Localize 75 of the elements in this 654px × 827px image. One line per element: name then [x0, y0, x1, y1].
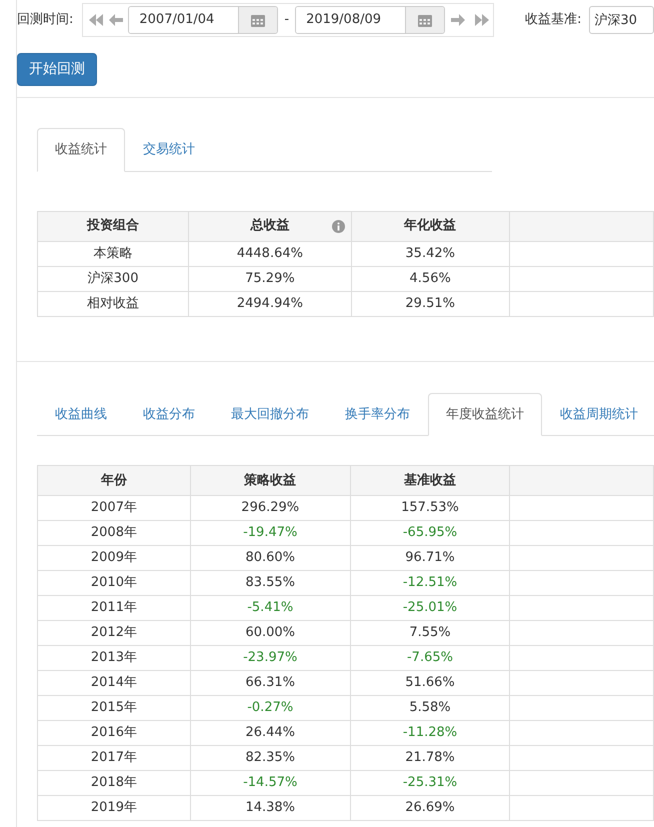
table-cell: 4.56%: [351, 266, 510, 291]
table-cell: -14.57%: [190, 770, 350, 796]
table-cell: 26.44%: [190, 720, 350, 746]
table-cell: 296.29%: [190, 496, 350, 520]
table-cell: -19.47%: [190, 520, 350, 546]
tab[interactable]: 最大回撤分布: [213, 392, 327, 436]
table-cell: 2016年: [38, 720, 190, 746]
start-backtest-button[interactable]: 开始回测: [17, 53, 97, 86]
table-cell: -23.97%: [190, 646, 350, 670]
backtest-time-label: 回测时间:: [17, 11, 74, 30]
table-cell: 沪深300: [38, 266, 189, 291]
table-cell: 2019年: [38, 796, 190, 820]
right-arrow-icon[interactable]: [451, 14, 466, 26]
table-cell: -12.51%: [350, 570, 510, 596]
table-cell: -7.65%: [350, 646, 510, 670]
column-header: 年份: [38, 466, 190, 496]
tab[interactable]: 收益曲线: [37, 392, 125, 436]
table-cell: 2012年: [38, 620, 190, 646]
table-cell: 2494.94%: [188, 291, 352, 316]
table-cell: 2011年: [38, 596, 190, 620]
date-field[interactable]: 2007/01/04: [128, 6, 278, 34]
tab[interactable]: 年度收益统计: [428, 392, 542, 436]
table-cell: 96.71%: [350, 546, 510, 570]
table-cell: -5.41%: [190, 596, 350, 620]
table-cell: 80.60%: [190, 546, 350, 570]
table-cell: 2017年: [38, 746, 190, 770]
table-cell: 2007年: [38, 496, 190, 520]
table-cell: 21.78%: [350, 746, 510, 770]
table-cell: 82.35%: [190, 746, 350, 770]
table-cell: 相对收益: [38, 291, 189, 316]
table-cell: 本策略: [38, 241, 189, 266]
column-header: 基准收益: [350, 466, 510, 496]
calendar-icon[interactable]: [418, 13, 432, 27]
tab[interactable]: 收益周期统计: [542, 392, 654, 436]
table-cell: -65.95%: [350, 520, 510, 546]
table-cell: 4448.64%: [188, 241, 352, 266]
tab[interactable]: 交易统计: [125, 128, 213, 172]
table-cell: 60.00%: [190, 620, 350, 646]
table-cell: 2013年: [38, 646, 190, 670]
column-header: 年化收益: [351, 211, 510, 241]
date-field[interactable]: 2019/08/09: [295, 6, 446, 34]
table-cell: 14.38%: [190, 796, 350, 820]
tab[interactable]: 收益统计: [37, 128, 125, 172]
table-cell: 35.42%: [351, 241, 510, 266]
table-cell: 2009年: [38, 546, 190, 570]
benchmark-label: 收益基准:: [525, 11, 582, 30]
benchmark-select[interactable]: 沪深30: [589, 6, 654, 34]
column-header: 总收益: [250, 218, 290, 234]
table-cell: -0.27%: [190, 696, 350, 720]
left-arrow-icon[interactable]: [109, 14, 124, 26]
tab[interactable]: 换手率分布: [327, 392, 428, 436]
column-header: 投资组合: [38, 211, 189, 241]
date-separator: -: [284, 11, 290, 30]
tab[interactable]: 收益分布: [125, 392, 213, 436]
double-right-icon[interactable]: [475, 14, 490, 26]
table-cell: 2008年: [38, 520, 190, 546]
table-cell: 66.31%: [190, 670, 350, 696]
table-cell: 29.51%: [351, 291, 510, 316]
table-cell: 2018年: [38, 770, 190, 796]
calendar-icon[interactable]: [251, 13, 266, 27]
table-cell: 157.53%: [350, 496, 510, 520]
table-cell: 26.69%: [350, 796, 510, 820]
table-cell: 51.66%: [350, 670, 510, 696]
double-left-icon[interactable]: [89, 14, 104, 26]
table-cell: 7.55%: [350, 620, 510, 646]
table-cell: -11.28%: [350, 720, 510, 746]
table-cell: -25.31%: [350, 770, 510, 796]
table-cell: 2010年: [38, 570, 190, 596]
table-cell: 83.55%: [190, 570, 350, 596]
table-cell: 2014年: [38, 670, 190, 696]
table-cell: 5.58%: [350, 696, 510, 720]
column-header: 策略收益: [190, 466, 350, 496]
table-cell: -25.01%: [350, 596, 510, 620]
table-cell: 2015年: [38, 696, 190, 720]
table-cell: 75.29%: [188, 266, 352, 291]
